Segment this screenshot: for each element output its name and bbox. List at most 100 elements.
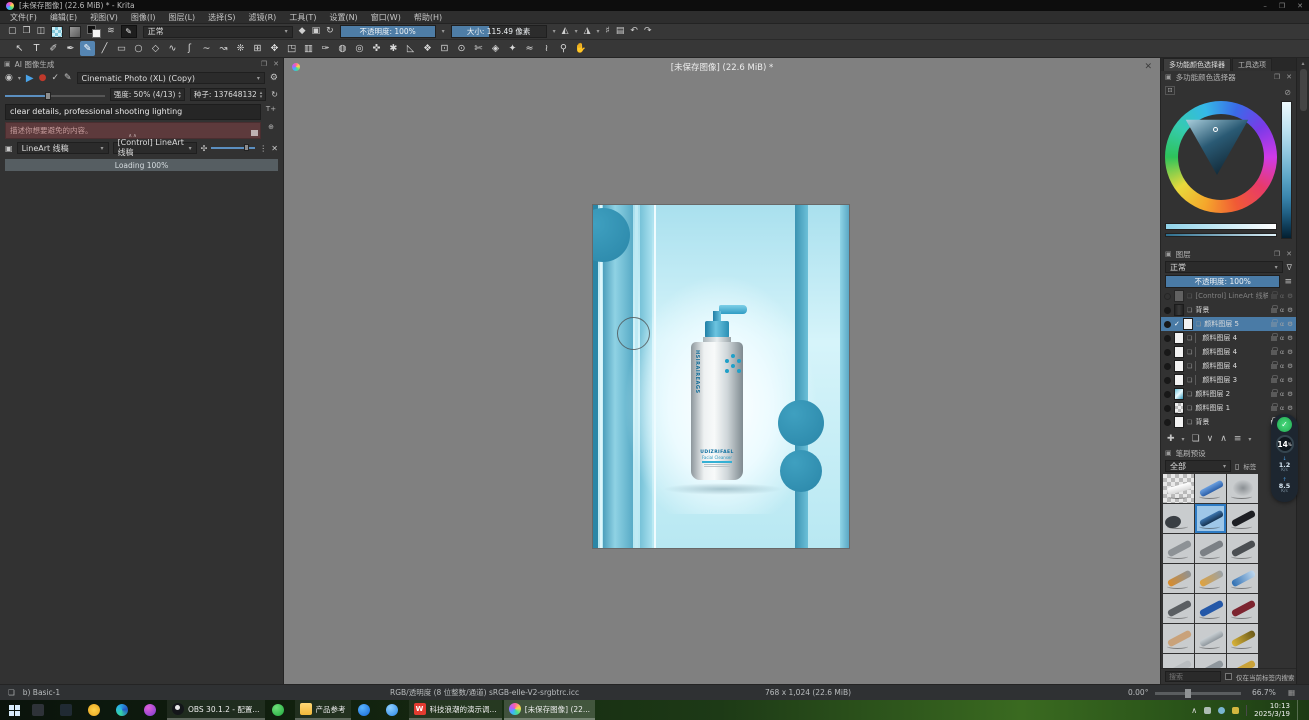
subwindow-close-icon[interactable]: ✕ <box>1144 62 1152 72</box>
lock-icon[interactable] <box>1271 294 1277 299</box>
tag-search-checkbox[interactable] <box>1225 673 1232 680</box>
add-region-icon[interactable]: ⊕ <box>268 123 274 131</box>
taskbar-app-button[interactable] <box>139 700 165 720</box>
record-button[interactable]: ● <box>39 73 47 83</box>
float-docker-icon[interactable]: ❐ <box>261 60 267 68</box>
foreground-background-colors[interactable] <box>87 25 101 38</box>
tool-button[interactable]: ❖ <box>420 41 435 56</box>
lock-icon[interactable] <box>1271 392 1277 397</box>
brush-preset[interactable] <box>1195 624 1226 653</box>
control-strength-icon[interactable]: ✣ <box>201 144 208 153</box>
layer-row[interactable]: ✓ ❏ 颜料图层 5 α ⚙ <box>1161 317 1296 331</box>
translate-icon[interactable]: T+ <box>266 105 276 113</box>
tool-button[interactable]: ≈ <box>522 41 537 56</box>
strength-spinbox[interactable]: 强度: 50% (4/13) ▴▾ <box>110 88 185 101</box>
brush-preset[interactable] <box>1227 474 1258 503</box>
brush-preset[interactable] <box>1227 654 1258 668</box>
taskbar-app-button[interactable] <box>83 700 109 720</box>
layer-properties-icon[interactable]: ⚙ <box>1287 306 1293 314</box>
tool-button[interactable]: ╱ <box>97 41 112 56</box>
layer-row[interactable]: ✓ ❏ 颜料图层 4 α ⚙ <box>1161 345 1296 359</box>
gradient-swatch[interactable] <box>69 26 81 38</box>
new-document-icon[interactable]: ▢ <box>8 27 17 36</box>
docker-tab[interactable]: 多功能颜色选择器 <box>1163 58 1231 71</box>
scroll-up-icon[interactable]: ▴ <box>1301 60 1304 67</box>
taskbar-app-button[interactable] <box>27 700 53 720</box>
tray-icon[interactable] <box>1204 707 1211 714</box>
pattern-swatch[interactable] <box>51 26 63 38</box>
scrollbar-thumb[interactable] <box>1300 69 1307 111</box>
redo-icon[interactable]: ↷ <box>644 27 652 36</box>
layer-properties-icon[interactable]: ⚙ <box>1287 362 1293 370</box>
menu-item[interactable]: 工具(T) <box>289 12 316 23</box>
edit-style-icon[interactable]: ✎ <box>64 73 72 83</box>
control-type-combo[interactable]: LineArt 线稿 ▾ <box>17 142 109 154</box>
layer-row[interactable]: ✓ ❏ 颜料图层 4 α ⚙ <box>1161 331 1296 345</box>
layer-filter-icon[interactable]: ∇ <box>1287 263 1292 272</box>
opacity-slider[interactable]: 不透明度: 100% <box>340 25 436 38</box>
brush-preset[interactable] <box>1195 534 1226 563</box>
layer-row[interactable]: ✓ ❏ [Control] LineArt 线稿 α ⚙ <box>1161 289 1296 303</box>
tool-button[interactable]: ≀ <box>539 41 554 56</box>
visibility-eye-icon[interactable] <box>1164 419 1171 426</box>
layer-properties-icon[interactable]: ⚙ <box>1287 376 1293 384</box>
move-layer-up-icon[interactable]: ∧ <box>1220 434 1227 444</box>
brush-preset[interactable] <box>1163 564 1194 593</box>
brush-preset[interactable] <box>1163 654 1194 668</box>
workspace-chooser-icon[interactable]: ▤ <box>616 27 625 36</box>
tag-filter-combo[interactable]: 全部 ▾ <box>1165 460 1231 472</box>
neg-prompt-grip[interactable] <box>251 130 258 136</box>
duplicate-layer-icon[interactable]: ❏ <box>1192 434 1200 444</box>
negative-prompt-textarea[interactable]: 描述你想要避免的内容。 ∧∧ <box>5 122 261 139</box>
show-desktop-strip[interactable] <box>1297 700 1301 720</box>
brush-preset[interactable] <box>1195 564 1226 593</box>
brush-preset[interactable] <box>1163 474 1194 503</box>
taskbar-app-button[interactable] <box>267 700 293 720</box>
lock-icon[interactable] <box>1271 308 1277 313</box>
value-strip[interactable] <box>1281 101 1292 239</box>
tool-button[interactable]: ✥ <box>267 41 282 56</box>
brush-preset[interactable] <box>1195 504 1226 533</box>
menu-item[interactable]: 帮助(H) <box>414 12 442 23</box>
apply-button[interactable]: ✓ <box>51 73 59 83</box>
alpha-icon[interactable]: α <box>1280 320 1284 328</box>
layer-properties-icon[interactable]: ⚙ <box>1287 292 1293 300</box>
tool-button[interactable]: ✐ <box>46 41 61 56</box>
alpha-icon[interactable]: α <box>1280 376 1284 384</box>
canvas-angle[interactable]: 0.00° <box>1128 688 1148 697</box>
layer-blend-mode-combo[interactable]: 正常 ▾ <box>1165 261 1283 273</box>
tool-button[interactable]: ↖ <box>12 41 27 56</box>
tool-button[interactable]: ✦ <box>505 41 520 56</box>
settings-gear-icon[interactable]: ⚙ <box>270 73 278 83</box>
control-menu-icon[interactable]: ⋮ <box>259 144 267 153</box>
reload-preset-icon[interactable]: ↻ <box>326 27 334 36</box>
workflow-menu-icon[interactable]: ◉ <box>5 73 13 83</box>
menu-item[interactable]: 图像(I) <box>131 12 156 23</box>
close-docker-icon[interactable]: ✕ <box>1286 250 1292 258</box>
close-button[interactable]: ✕ <box>1297 2 1303 10</box>
taskbar-app-button[interactable] <box>381 700 407 720</box>
lock-icon[interactable] <box>1271 350 1277 355</box>
menu-item[interactable]: 文件(F) <box>10 12 37 23</box>
tool-button[interactable]: ʃ <box>182 41 197 56</box>
view-mode-icon[interactable]: ▯ <box>1235 462 1239 471</box>
brush-size-slider[interactable]: 大小: 115.49 像素 <box>451 25 547 38</box>
tool-button[interactable]: ◺ <box>403 41 418 56</box>
visibility-eye-icon[interactable] <box>1164 321 1171 328</box>
visibility-eye-icon[interactable] <box>1164 377 1171 384</box>
close-docker-icon[interactable]: ✕ <box>273 60 279 68</box>
tool-button[interactable]: ⊞ <box>250 41 265 56</box>
layer-row[interactable]: ✓ ❏ 颜料图层 2 α ⚙ <box>1161 387 1296 401</box>
tray-icon[interactable] <box>1218 707 1225 714</box>
tool-button[interactable]: ○ <box>131 41 146 56</box>
tool-button[interactable]: ⚲ <box>556 41 571 56</box>
canvas-viewport[interactable]: [未保存图像] (22.6 MiB) * ✕ HSIRAI <box>284 58 1160 684</box>
brush-preset[interactable] <box>1227 594 1258 623</box>
layer-properties-icon[interactable]: ⚙ <box>1287 390 1293 398</box>
tool-button[interactable]: ✎ <box>80 41 95 56</box>
tool-button[interactable]: ✱ <box>386 41 401 56</box>
tool-button[interactable]: ⊙ <box>454 41 469 56</box>
taskbar-app-button[interactable]: OBS 30.1.2 - 配置... <box>167 700 265 720</box>
taskbar-app-button[interactable] <box>111 700 137 720</box>
layer-properties-icon[interactable]: ⚙ <box>1287 334 1293 342</box>
